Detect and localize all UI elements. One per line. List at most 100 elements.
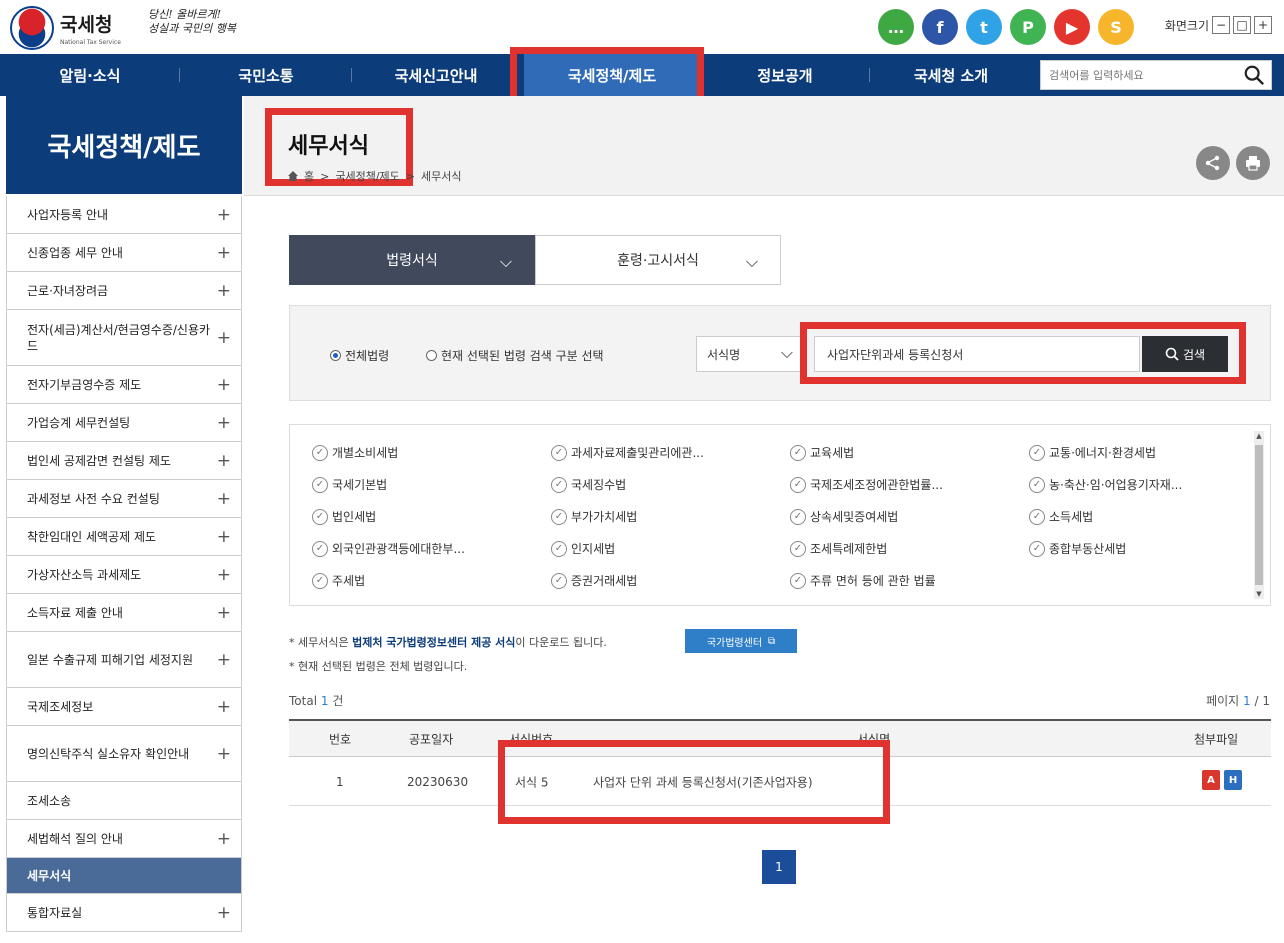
law-checkbox[interactable]: ✓ 교통·에너지·환경세법 [1029, 444, 1156, 461]
sidebar-item[interactable]: 사업자등록 안내 + [6, 196, 242, 234]
nav-about[interactable]: 국세청 소개 [870, 54, 1032, 96]
sidebar-item-label: 착한임대인 세액공제 제도 [27, 529, 157, 544]
sidebar-item-label: 조세소송 [27, 793, 72, 808]
breadcrumb: 홈 > 국세정책/제도 > 세무서식 [288, 168, 461, 184]
tab-directive-forms[interactable]: 훈령·고시서식 ⌵ [535, 235, 781, 285]
nav-disclosure[interactable]: 정보공개 [700, 54, 870, 96]
law-checkbox[interactable]: ✓ 종합부동산세법 [1029, 540, 1126, 557]
sidebar-item-label: 소득자료 제출 안내 [27, 605, 123, 620]
sidebar-item[interactable]: 일본 수출규제 피해기업 세정지원 + [6, 632, 242, 688]
law-checkbox[interactable]: ✓ 주세법 [312, 572, 365, 589]
scroll-thumb[interactable] [1255, 445, 1263, 585]
chevron-down-icon: ⌵ [780, 343, 793, 362]
law-checkbox[interactable]: ✓ 외국인관광객등에대한부... [312, 540, 465, 557]
kakao-story-icon[interactable]: S [1098, 9, 1134, 45]
scroll-up-icon[interactable]: ▲ [1255, 432, 1263, 440]
pdf-file-icon[interactable]: A [1202, 770, 1220, 790]
sidebar-item[interactable]: 조세소송 [6, 782, 242, 820]
sidebar-item[interactable]: 가업승계 세무컨설팅 + [6, 404, 242, 442]
search-icon[interactable] [1243, 64, 1265, 86]
facebook-icon[interactable]: f [922, 9, 958, 45]
check-circle-icon: ✓ [790, 476, 806, 493]
total-unit: 건 [332, 694, 344, 708]
twitter-icon[interactable]: t [966, 9, 1002, 45]
row-date: 20230630 [407, 774, 469, 789]
share-icon[interactable] [1196, 146, 1230, 180]
sidebar-item[interactable]: 법인세 공제감면 컨설팅 제도 + [6, 442, 242, 480]
pagination-page[interactable]: 1 [762, 850, 796, 884]
slogan-line-2: 성실과 국민의 행복 [148, 22, 236, 35]
check-circle-icon: ✓ [551, 572, 567, 589]
font-size-decrease-button[interactable]: − [1212, 16, 1230, 34]
hwp-file-icon[interactable]: H [1224, 770, 1242, 790]
scroll-down-icon[interactable]: ▼ [1255, 590, 1263, 598]
law-checkbox[interactable]: ✓ 상속세및증여세법 [790, 508, 898, 525]
sidebar-item[interactable]: 신종업종 세무 안내 + [6, 234, 242, 272]
sidebar-item[interactable]: 착한임대인 세액공제 제도 + [6, 518, 242, 556]
nav-tax-filing[interactable]: 국세신고안내 [352, 54, 520, 96]
law-checkbox[interactable]: ✓ 농·축산·임·어업용기자재... [1029, 476, 1182, 493]
nav-news[interactable]: 알림·소식 [0, 54, 180, 96]
law-checkbox[interactable]: ✓ 부가가치세법 [551, 508, 637, 525]
sidebar-item[interactable]: 통합자료실 + [6, 894, 242, 932]
sidebar-item[interactable]: 국제조세정보 + [6, 688, 242, 726]
search-field-select[interactable]: 서식명 ⌵ [696, 336, 802, 372]
law-checkbox[interactable]: ✓ 소득세법 [1029, 508, 1093, 525]
sidebar-item-label: 국제조세정보 [27, 699, 94, 714]
tab-statute-forms[interactable]: 법령서식 ⌵ [289, 235, 535, 285]
plus-icon: + [216, 412, 231, 433]
law-checkbox[interactable]: ✓ 인지세법 [551, 540, 615, 557]
sidebar-item[interactable]: 전자(세금)계산서/현금영수증/신용카드 + [6, 310, 242, 366]
font-size-reset-button[interactable]: □ [1233, 16, 1251, 34]
breadcrumb-tax-policy[interactable]: 국세정책/제도 [335, 168, 399, 184]
youtube-icon[interactable]: ▶ [1054, 9, 1090, 45]
slogan: 당신! 올바르게! 성실과 국민의 행복 [148, 8, 236, 36]
font-size-increase-button[interactable]: + [1254, 16, 1272, 34]
naver-post-icon[interactable]: P [1010, 9, 1046, 45]
law-checkbox[interactable]: ✓ 개별소비세법 [312, 444, 398, 461]
law-checkbox[interactable]: ✓ 국세징수법 [551, 476, 626, 493]
chat-icon[interactable]: … [878, 9, 914, 45]
sidebar-item[interactable]: 과세정보 사전 수요 컨설팅 + [6, 480, 242, 518]
global-search-input[interactable] [1041, 61, 1231, 89]
radio-label: 전체법령 [345, 349, 390, 363]
check-circle-icon: ✓ [312, 508, 328, 525]
sidebar-item-label: 과세정보 사전 수요 컨설팅 [27, 491, 160, 506]
law-checkbox[interactable]: ✓ 국제조세조정에관한법률... [790, 476, 943, 493]
check-circle-icon: ✓ [312, 444, 328, 461]
sidebar-item[interactable]: 가상자산소득 과세제도 + [6, 556, 242, 594]
sidebar-item[interactable]: 근로·자녀장려금 + [6, 272, 242, 310]
law-label: 상속세및증여세법 [810, 510, 899, 524]
breadcrumb-home[interactable]: 홈 [304, 168, 314, 184]
law-checkbox[interactable]: ✓ 국세기본법 [312, 476, 387, 493]
nav-communication[interactable]: 국민소통 [180, 54, 352, 96]
law-center-button[interactable]: 국가법령센터 ⧉ [685, 629, 797, 653]
check-circle-icon: ✓ [1029, 508, 1045, 525]
radio-selected-laws[interactable]: 현재 선택된 법령 검색 구분 선택 [426, 347, 604, 364]
check-circle-icon: ✓ [312, 572, 328, 589]
sidebar-item-label: 가업승계 세무컨설팅 [27, 415, 131, 430]
sidebar-item[interactable]: 명의신탁주식 실소유자 확인안내 + [6, 726, 242, 782]
plus-icon: + [216, 327, 231, 348]
law-checkbox[interactable]: ✓ 조세특례제한법 [790, 540, 887, 557]
law-label: 법인세법 [332, 510, 377, 524]
law-checkbox[interactable]: ✓ 주류 면허 등에 관한 법률 [790, 572, 936, 589]
law-checkbox[interactable]: ✓ 법인세법 [312, 508, 376, 525]
nts-logo[interactable]: 국세청 National Tax Service [10, 6, 121, 50]
sidebar-item-tax-forms[interactable]: 세무서식 [6, 858, 242, 894]
radio-all-laws[interactable]: 전체법령 [330, 347, 389, 364]
law-label: 종합부동산세법 [1049, 542, 1127, 556]
law-checkbox[interactable]: ✓ 교육세법 [790, 444, 854, 461]
law-checkbox[interactable]: ✓ 증권거래세법 [551, 572, 637, 589]
sidebar-item-label: 전자기부금영수증 제도 [27, 377, 142, 392]
home-icon[interactable] [288, 171, 298, 181]
law-checkbox[interactable]: ✓ 과세자료제출및관리에관... [551, 444, 704, 461]
law-list-scrollbar[interactable]: ▲ ▼ [1254, 431, 1264, 599]
sidebar-item-label: 통합자료실 [27, 905, 83, 920]
sidebar-item[interactable]: 전자기부금영수증 제도 + [6, 366, 242, 404]
sidebar-item-label: 세법해석 질의 안내 [27, 831, 123, 846]
check-circle-icon: ✓ [551, 476, 567, 493]
sidebar-item[interactable]: 소득자료 제출 안내 + [6, 594, 242, 632]
sidebar-item[interactable]: 세법해석 질의 안내 + [6, 820, 242, 858]
print-icon[interactable] [1236, 146, 1270, 180]
